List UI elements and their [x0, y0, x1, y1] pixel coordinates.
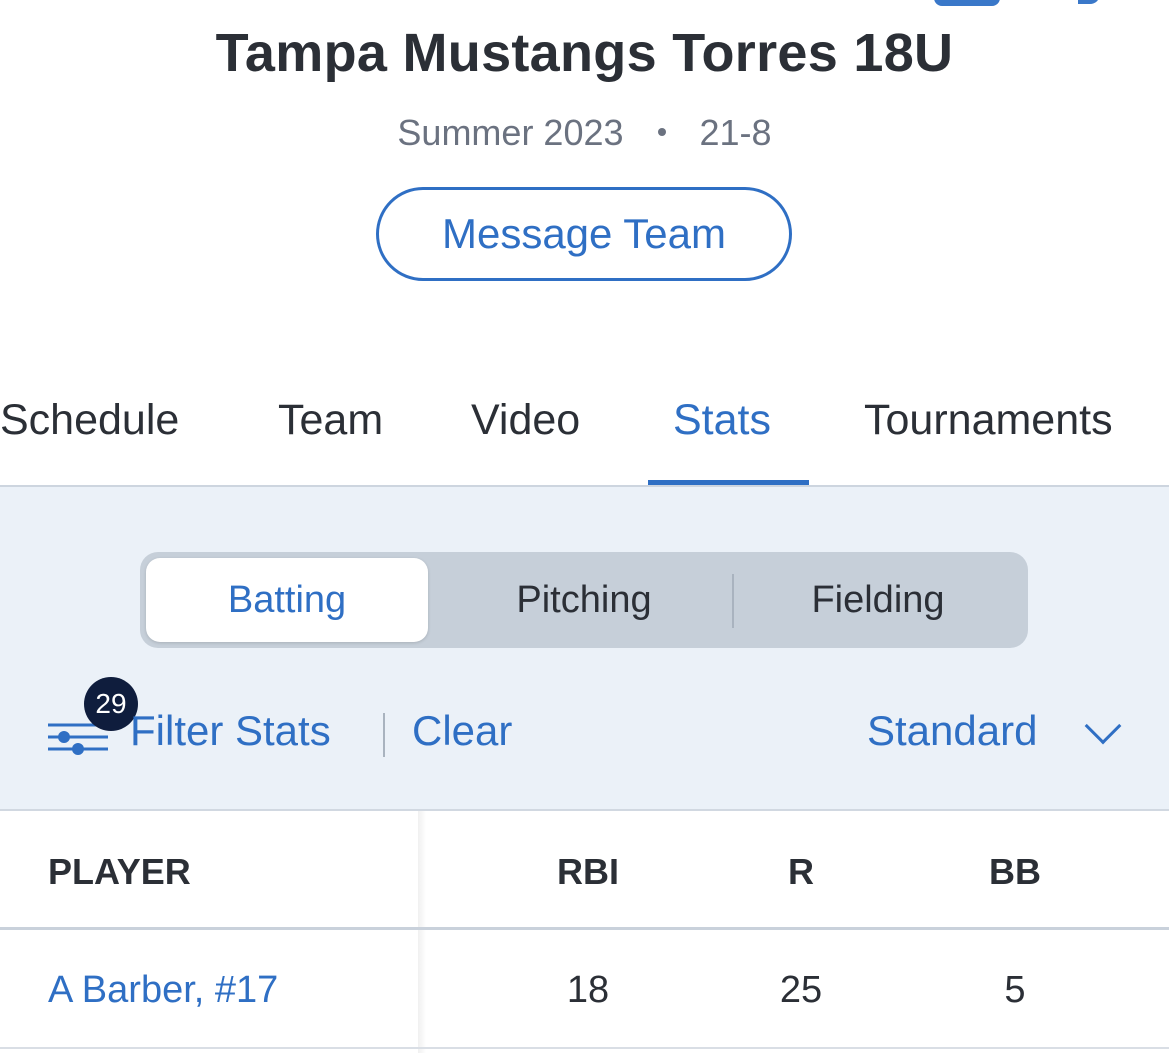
filter-stats-button[interactable]: Filter Stats — [130, 707, 331, 755]
team-title: Tampa Mustangs Torres 18U — [215, 23, 954, 83]
column-header-r[interactable]: R — [741, 851, 861, 893]
team-record: 21-8 — [699, 112, 772, 153]
filter-row: 29 Filter Stats Clear Standard — [0, 677, 1169, 777]
player-name-link[interactable]: A Barber, #17 — [48, 969, 278, 1012]
segment-pitching[interactable]: Pitching — [436, 558, 732, 642]
team-stats-page: Tampa Mustangs Torres 18U Summer 2023 21-… — [0, 0, 1169, 1053]
header-action-button[interactable] — [934, 0, 1000, 6]
season-label: Summer 2023 — [397, 112, 624, 153]
message-team-button[interactable]: Message Team — [376, 187, 792, 281]
column-header-bb[interactable]: BB — [955, 851, 1075, 893]
segment-fielding[interactable]: Fielding — [734, 558, 1022, 642]
sticky-column-shadow — [418, 811, 426, 1053]
separator-dot — [657, 128, 666, 137]
segment-batting[interactable]: Batting — [146, 558, 428, 642]
clear-filters-button[interactable]: Clear — [412, 707, 512, 755]
tab-tournaments[interactable]: Tournaments — [864, 396, 1113, 445]
chevron-down-icon[interactable] — [1084, 707, 1122, 745]
column-header-rbi[interactable]: RBI — [528, 851, 648, 893]
team-subtitle: Summer 2023 21-8 — [0, 112, 1169, 154]
stat-view-select[interactable]: Standard — [867, 707, 1037, 755]
cell-bb: 5 — [1004, 969, 1026, 1011]
header-row-divider — [0, 927, 1169, 930]
team-tabs: Schedule Team Video Stats Tournaments — [0, 380, 1169, 486]
cell-r: 25 — [779, 969, 823, 1011]
row-divider — [0, 1047, 1169, 1049]
column-header-player[interactable]: PLAYER — [48, 851, 191, 893]
header-menu-icon[interactable] — [1078, 0, 1100, 4]
stat-type-segmented-control: Batting Pitching Fielding — [140, 552, 1028, 648]
filter-divider — [383, 713, 385, 757]
batting-stats-table: PLAYER RBI R BB A Barber, #17 18 25 5 — [0, 811, 1169, 1053]
tab-video[interactable]: Video — [471, 396, 580, 445]
tab-stats[interactable]: Stats — [673, 396, 771, 445]
tab-team[interactable]: Team — [278, 396, 383, 445]
stats-panel: Batting Pitching Fielding 29 Filter Stat… — [0, 487, 1169, 810]
tab-schedule[interactable]: Schedule — [0, 396, 179, 445]
cell-rbi: 18 — [566, 969, 610, 1011]
